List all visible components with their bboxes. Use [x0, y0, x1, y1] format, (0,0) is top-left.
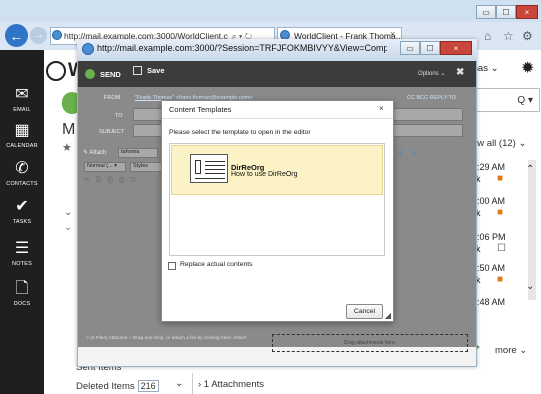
popup-minimize-button[interactable]: ▭	[400, 41, 420, 55]
send-icon	[85, 69, 95, 79]
message-list-scrollbar[interactable]	[528, 160, 536, 300]
flag-outline-icon[interactable]: ☐	[497, 243, 506, 254]
attachments-info[interactable]: > (0 Files) Attached – Drag and drop, or…	[86, 336, 247, 341]
send-button[interactable]: SEND	[85, 66, 130, 82]
chevron-up-icon[interactable]: ⌃	[526, 164, 534, 175]
chevron-down-icon[interactable]: ⌄	[175, 378, 183, 389]
settings-gear-icon[interactable]: ⚙	[522, 29, 533, 43]
message-time: 1:06 PM	[472, 232, 506, 242]
tab-close-icon[interactable]: ×	[390, 29, 395, 39]
nav-label: EMAIL	[13, 107, 31, 113]
favorites-star-icon[interactable]: ☆	[503, 29, 514, 43]
document-icon: 🗋	[15, 280, 29, 297]
paragraph-format-select[interactable]: Normal (... ▾	[84, 162, 126, 172]
attach-button[interactable]: ✎ Attach	[83, 149, 106, 156]
folder-heading: M	[62, 121, 76, 138]
nav-calendar[interactable]: ▦ CALENDAR	[0, 122, 44, 149]
editor-extra-icons[interactable]: ▦ ❦ ⌃	[397, 149, 434, 157]
to-label: TO	[115, 113, 123, 119]
flag-icon[interactable]: ■	[497, 173, 503, 184]
phone-icon: ✆	[15, 160, 29, 177]
more-dropdown[interactable]: more ⌄	[495, 345, 527, 356]
nav-label: NOTES	[12, 261, 32, 267]
browser-maximize-button[interactable]: ☐	[496, 5, 516, 19]
nav-label: CALENDAR	[6, 143, 38, 149]
nav-docs[interactable]: 🗋 DOCS	[0, 280, 44, 307]
browser-close-button[interactable]: ×	[516, 5, 538, 19]
star-icon[interactable]: ★	[62, 141, 72, 154]
save-label: Save	[147, 66, 165, 75]
template-thumbnail-icon	[190, 154, 228, 183]
search-button[interactable]: Q ▾	[470, 88, 540, 112]
subject-label: SUBJECT	[99, 129, 125, 135]
resize-grip-icon[interactable]	[385, 313, 391, 319]
editor-area[interactable]	[395, 160, 465, 310]
chevron-down-icon[interactable]: ⌄	[526, 281, 534, 292]
options-dropdown[interactable]: Options ⌄	[418, 70, 445, 77]
nav-label: TASKS	[12, 219, 32, 225]
checkmark-icon: ✔	[15, 198, 29, 215]
attach-label: Attach	[89, 150, 107, 156]
nav-contacts[interactable]: ✆ CONTACTS	[0, 160, 44, 187]
template-description: How to use DirReOrg	[231, 171, 298, 178]
envelope-icon: ✉	[15, 86, 29, 103]
nav-notes[interactable]: ☰ NOTES	[0, 240, 44, 267]
back-arrow-icon[interactable]: ←	[5, 24, 28, 47]
cc-bcc-replyto-links[interactable]: CC BCC REPLY-TO	[407, 95, 456, 101]
folder-label: Deleted Items	[76, 380, 135, 392]
replace-contents-label[interactable]: Replace actual contents	[180, 261, 253, 268]
folder-deleted-items[interactable]: Deleted Items 216	[76, 380, 159, 392]
divider	[162, 118, 393, 119]
ie-logo-icon	[52, 30, 62, 40]
list-icon: ☰	[14, 240, 30, 257]
editor-toolbar-icons[interactable]: ✂ ⎘ ⎗ ⎙ ⎋	[84, 176, 138, 185]
chevron-down-icon[interactable]: ⌄	[64, 222, 72, 233]
view-all-dropdown[interactable]: ew all (12) ⌄	[472, 138, 526, 149]
popup-maximize-button[interactable]: ☐	[420, 41, 440, 55]
divider	[192, 373, 193, 394]
dialog-close-icon[interactable]: ×	[379, 104, 384, 113]
font-select[interactable]: tahoma	[118, 148, 158, 158]
nav-email[interactable]: ✉ EMAIL	[0, 86, 44, 113]
dialog-message: Please select the template to open in th…	[169, 129, 311, 136]
unread-count-badge: 216	[137, 380, 159, 392]
popup-url: http://mail.example.com:3000/?Session=TR…	[97, 43, 387, 53]
calendar-icon: ▦	[14, 122, 30, 139]
send-label: SEND	[100, 69, 121, 79]
attachments-toggle[interactable]: › 1 Attachments	[198, 379, 264, 390]
nav-label: DOCS	[13, 301, 31, 307]
dialog-title: Content Templates	[169, 105, 232, 114]
cancel-button[interactable]: Cancel	[346, 304, 383, 319]
popup-close-button[interactable]: ×	[440, 41, 472, 55]
home-icon[interactable]: ⌂	[484, 29, 491, 43]
ie-logo-icon	[82, 43, 94, 55]
gear-icon[interactable]: ✹	[521, 58, 534, 78]
browser-minimize-button[interactable]: ▭	[476, 5, 496, 19]
save-disk-icon	[133, 66, 142, 75]
flag-icon[interactable]: ■	[497, 207, 503, 218]
save-button[interactable]: Save	[133, 66, 165, 75]
flag-icon[interactable]: ■	[497, 274, 503, 285]
compose-close-icon[interactable]: ✖	[456, 67, 464, 78]
from-label: FROM	[104, 95, 121, 101]
globe-icon	[46, 61, 66, 81]
nav-tasks[interactable]: ✔ TASKS	[0, 198, 44, 225]
nav-label: CONTACTS	[6, 181, 38, 187]
chevron-down-icon[interactable]: ⌄	[64, 207, 72, 218]
attachment-drop-zone[interactable]: Drag attachments here.	[272, 334, 468, 352]
forward-arrow-icon[interactable]: →	[30, 27, 47, 44]
replace-contents-checkbox[interactable]	[168, 262, 176, 270]
